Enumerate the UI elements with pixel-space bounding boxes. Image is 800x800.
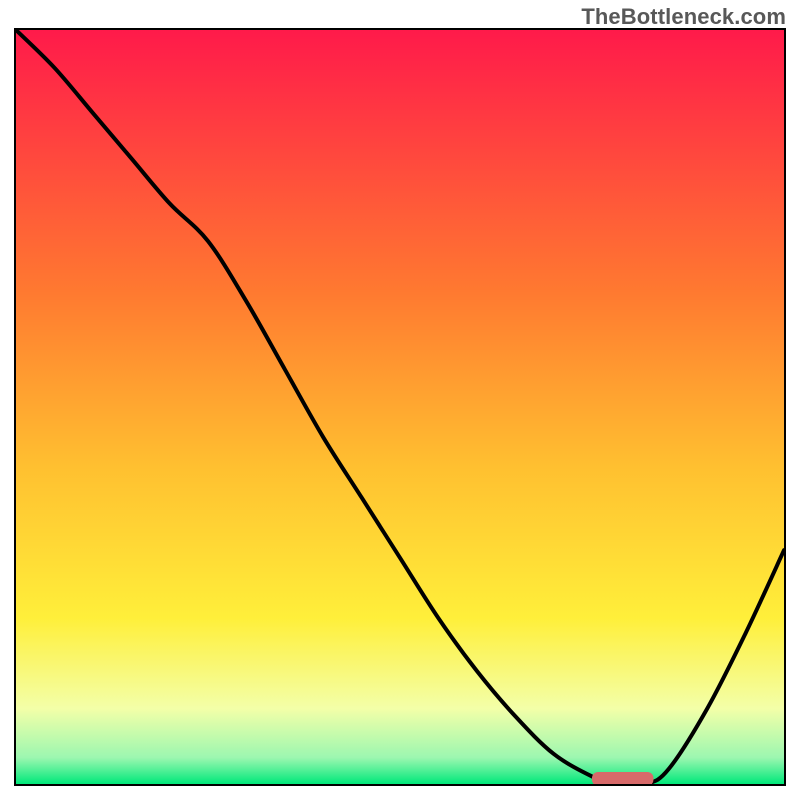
optimal-range-marker bbox=[592, 772, 653, 784]
attribution-text: TheBottleneck.com bbox=[581, 4, 786, 30]
gradient-fill bbox=[16, 30, 784, 784]
bottleneck-chart bbox=[16, 30, 784, 784]
